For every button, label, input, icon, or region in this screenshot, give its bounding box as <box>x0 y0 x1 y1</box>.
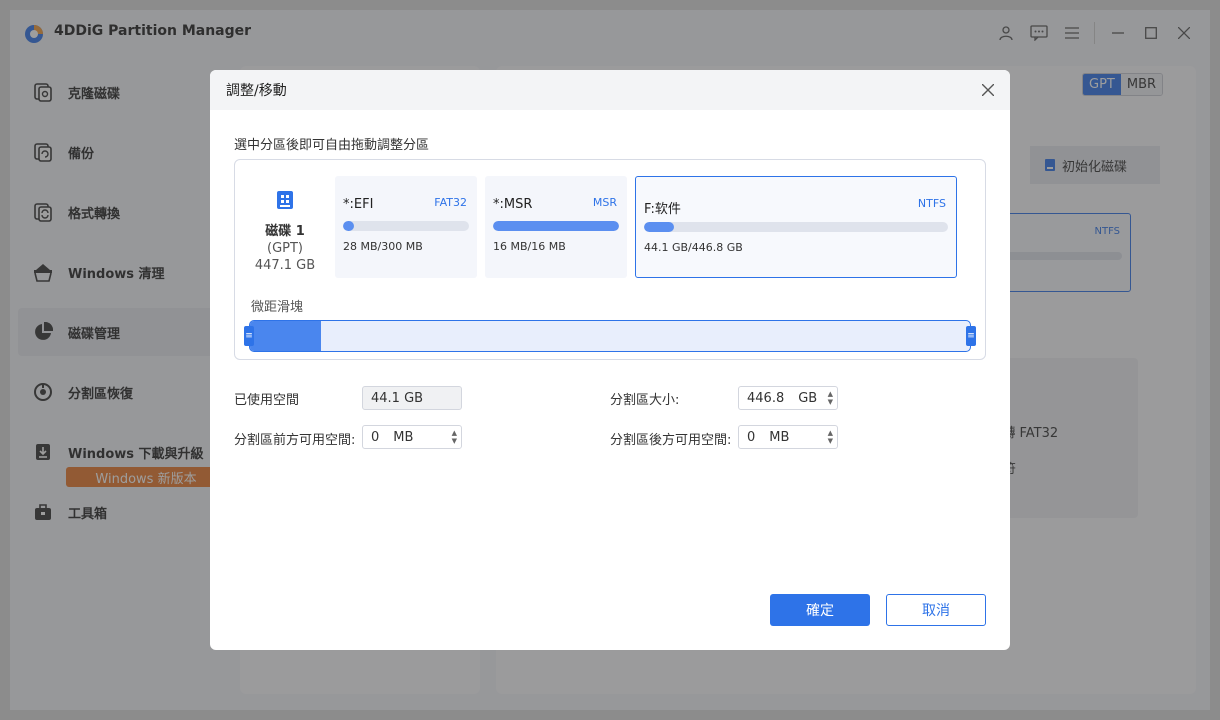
partition-size-stepper[interactable]: 446.8 GB ▲ ▼ <box>738 386 838 410</box>
right-resize-handle[interactable]: ≡ <box>966 326 976 346</box>
confirm-button[interactable]: 確定 <box>770 594 870 626</box>
before-space-unit: MB <box>393 429 414 445</box>
disk-type: (GPT) <box>267 241 303 256</box>
before-space-stepper[interactable]: 0 MB ▲ ▼ <box>362 425 462 449</box>
filesystem-label: FAT32 <box>434 196 467 209</box>
after-space-label: 分割區後方可用空間: <box>610 433 732 448</box>
after-space-value: 0 <box>747 429 756 445</box>
usage-bar-fill <box>493 221 619 231</box>
instruction-text: 選中分區後即可自由拖動調整分區 <box>234 138 430 153</box>
stepper-arrows-icon[interactable]: ▲ ▼ <box>828 390 833 406</box>
fine-tune-label: 微距滑塊 <box>251 300 304 315</box>
filesystem-label: NTFS <box>917 197 946 210</box>
after-space-unit: MB <box>769 429 790 445</box>
resize-move-dialog: 調整/移動 選中分區後即可自由拖動調整分區 磁碟 1 (GPT) 447.1 G… <box>210 70 1010 650</box>
partition-size-label: 分割區大小: <box>610 393 680 408</box>
used-space-label: 已使用空間 <box>234 393 300 408</box>
slider-used-fill <box>250 321 322 351</box>
resize-slider[interactable]: ≡ ≡ <box>244 320 976 352</box>
disk-map: 磁碟 1 (GPT) 447.1 GB *:EFI FAT32 28 MB/30… <box>234 159 986 360</box>
dialog-title: 調整/移動 <box>226 83 287 99</box>
partition-card-f[interactable]: F:软件 NTFS 44.1 GB/446.8 GB <box>635 176 957 278</box>
used-space-field: 44.1 GB <box>362 386 462 410</box>
after-space-stepper[interactable]: 0 MB ▲ ▼ <box>738 425 838 449</box>
partition-size-value: 446.8 <box>747 390 785 406</box>
disk-name: 磁碟 1 <box>265 224 305 239</box>
usage-bar <box>493 221 619 231</box>
partition-card-efi[interactable]: *:EFI FAT32 28 MB/300 MB <box>335 176 477 278</box>
used-space-value: 44.1 GB <box>371 390 424 406</box>
usage-bar-fill <box>644 222 675 232</box>
stepper-arrows-icon[interactable]: ▲ ▼ <box>828 429 833 445</box>
usage-bar <box>343 221 469 231</box>
before-space-label: 分割區前方可用空間: <box>234 433 356 448</box>
partition-name: F:软件 <box>644 202 681 217</box>
filesystem-label: MSR <box>592 196 617 209</box>
disk-info: 磁碟 1 (GPT) 447.1 GB <box>245 190 325 273</box>
disk-icon <box>277 191 293 209</box>
disk-size: 447.1 GB <box>254 258 316 273</box>
usage-bar-fill <box>343 221 355 231</box>
stepper-arrows-icon[interactable]: ▲ ▼ <box>452 429 457 445</box>
partition-usage: 28 MB/300 MB <box>343 240 423 253</box>
partition-card-msr[interactable]: *:MSR MSR 16 MB/16 MB <box>485 176 627 278</box>
dialog-header: 調整/移動 <box>210 70 1010 110</box>
cancel-button[interactable]: 取消 <box>886 594 986 626</box>
partition-name: *:EFI <box>343 197 374 212</box>
close-icon[interactable] <box>974 76 1002 104</box>
before-space-value: 0 <box>371 429 380 445</box>
partition-usage: 44.1 GB/446.8 GB <box>644 241 743 254</box>
partition-size-unit: GB <box>798 390 818 406</box>
partition-usage: 16 MB/16 MB <box>493 240 566 253</box>
left-resize-handle[interactable]: ≡ <box>244 326 254 346</box>
partition-name: *:MSR <box>493 197 533 212</box>
usage-bar <box>644 222 948 232</box>
